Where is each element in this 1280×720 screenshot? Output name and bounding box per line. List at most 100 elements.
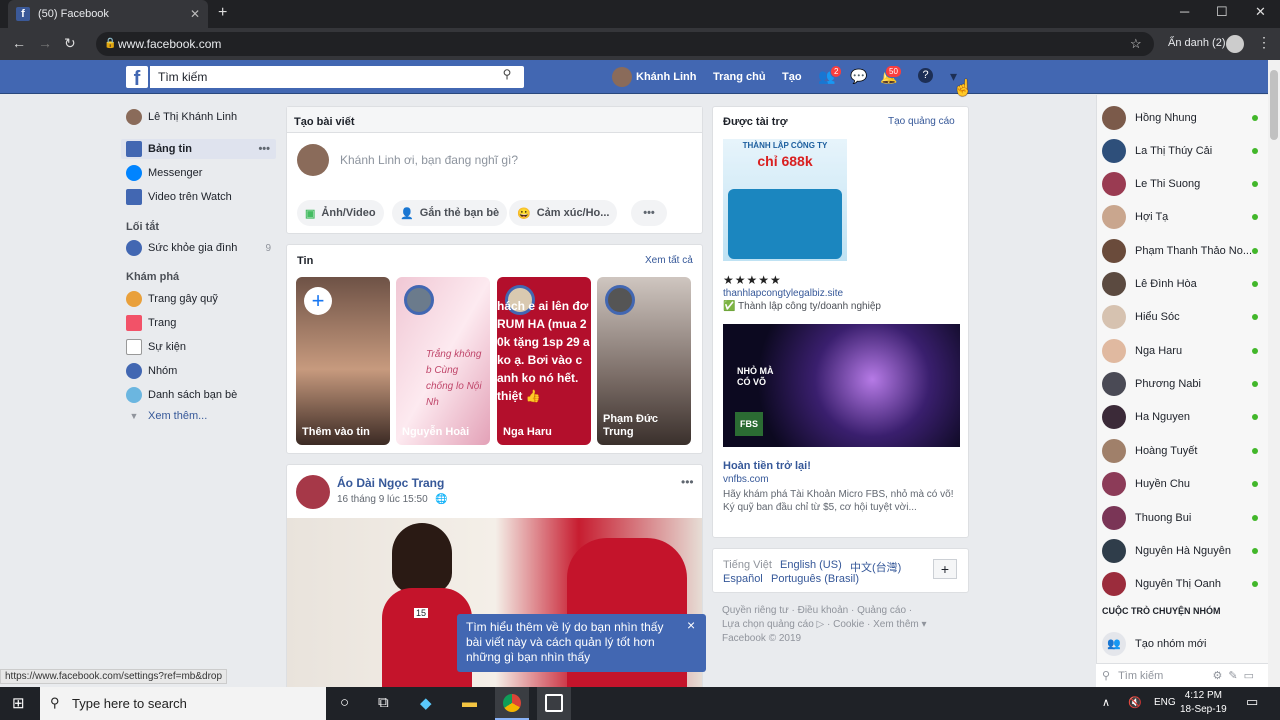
story-add[interactable]: + Thêm vào tin [296, 277, 390, 445]
chat-contact[interactable]: Thuong Bui [1102, 506, 1258, 530]
avatar[interactable] [296, 475, 330, 509]
see-all-link[interactable]: Xem tất cả [645, 255, 693, 266]
chat-contact[interactable]: Hồng Nhung [1102, 106, 1258, 130]
left-nav-newsfeed[interactable]: Bảng tin ••• [121, 139, 276, 159]
url-bar[interactable]: 🔒 www.facebook.com [96, 32, 1154, 56]
windows-start-icon[interactable]: ⊞ [12, 694, 25, 712]
help-icon[interactable]: ? [918, 68, 933, 83]
explore-friend-lists[interactable]: Danh sách bạn bè [126, 387, 237, 403]
avatar [1102, 172, 1126, 196]
scrollbar-thumb[interactable] [1270, 70, 1278, 140]
reload-icon[interactable]: ↻ [64, 35, 76, 52]
close-window-icon[interactable]: ✕ [1255, 4, 1266, 20]
ad2-title[interactable]: Hoàn tiền trở lại! [723, 460, 811, 472]
create-link[interactable]: Tạo [782, 71, 802, 83]
ad2-site[interactable]: vnfbs.com [723, 474, 769, 485]
explore-groups[interactable]: Nhóm [126, 363, 177, 379]
maximize-icon[interactable]: ☐ [1216, 4, 1228, 20]
chat-contact[interactable]: Huyền Chu [1102, 472, 1258, 496]
search-input[interactable] [150, 66, 524, 88]
chat-search[interactable]: ⚲ Tìm kiếm ⚙✎▭ [1096, 663, 1268, 687]
language-link[interactable]: English (US) [780, 559, 842, 571]
close-tooltip-icon[interactable]: × [687, 618, 695, 633]
post-image[interactable]: 15 [287, 518, 702, 703]
chat-contact[interactable]: Lê Đình Hòa [1102, 272, 1258, 296]
new-tab-icon[interactable]: + [218, 4, 227, 22]
task-view-icon[interactable]: ⧉ [378, 694, 389, 711]
chat-contact[interactable]: La Thị Thúy Cải [1102, 139, 1258, 163]
footer-line[interactable]: Quyền riêng tư · Điều khoản · Quảng cáo … [722, 604, 927, 618]
language-link[interactable]: Español [723, 573, 763, 585]
chat-contact[interactable]: Hợi Tạ [1102, 205, 1258, 229]
chat-contact[interactable]: Phạm Thanh Thảo No... [1102, 239, 1258, 263]
explore-fundraisers[interactable]: Trang gây quỹ [126, 291, 218, 307]
composer-input[interactable]: Khánh Linh ơi, bạn đang nghĩ gì? [340, 153, 518, 167]
app-taskbar-button[interactable] [537, 687, 571, 720]
chrome-taskbar-button[interactable] [495, 687, 529, 720]
photo-video-button[interactable]: ▣ Ảnh/Video [297, 200, 384, 226]
volume-icon[interactable]: 🔇 [1128, 696, 1142, 709]
page-scrollbar[interactable] [1268, 60, 1280, 687]
bookmark-star-icon[interactable]: ☆ [1130, 36, 1142, 52]
forward-icon[interactable]: → [38, 35, 52, 51]
left-nav-watch[interactable]: Video trên Watch [126, 189, 232, 205]
footer-line[interactable]: Lựa chọn quảng cáo ▷ · Cookie · Xem thêm… [722, 618, 927, 632]
left-nav-profile[interactable]: Lê Thị Khánh Linh [126, 109, 237, 125]
explore-pages[interactable]: Trang [126, 315, 176, 331]
language-indicator[interactable]: ENG [1154, 697, 1176, 708]
language-link[interactable]: Português (Brasil) [771, 573, 859, 585]
chat-contact[interactable]: Hoàng Tuyết [1102, 439, 1258, 463]
story-item[interactable]: Phạm Đức Trung [597, 277, 691, 445]
profile-link[interactable]: Khánh Linh [636, 71, 697, 83]
chrome-menu-icon[interactable]: ⋮ [1257, 34, 1271, 51]
story-item[interactable]: Trắng không b Cùng chống lo Nội Nh Nguyễ… [396, 277, 490, 445]
chat-settings-icon[interactable]: ⚙✎▭ [1213, 669, 1260, 682]
browser-tab[interactable]: f (50) Facebook ✕ [8, 0, 208, 28]
post-author[interactable]: Áo Dài Ngọc Trang [337, 476, 444, 490]
ad1-image[interactable]: THÀNH LẬP CÔNG TY chỉ 688k [723, 139, 847, 261]
chat-contact[interactable]: Hiểu Sóc [1102, 305, 1258, 329]
notification-center-icon[interactable]: ▭ [1246, 694, 1258, 710]
minimize-icon[interactable]: ─ [1180, 4, 1189, 19]
ad2-image[interactable]: NHỎ MÀ CÓ VÕ FBS [723, 324, 960, 447]
tag-friends-button[interactable]: 👤 Gắn thẻ bạn bè [392, 200, 508, 226]
shortcut-item[interactable]: Sức khỏe gia đình 9 [126, 240, 271, 256]
left-nav-messenger[interactable]: Messenger [126, 165, 202, 181]
search-icon[interactable]: ⚲ [496, 67, 518, 87]
post-time[interactable]: 16 tháng 9 lúc 15:50 [337, 494, 428, 505]
messenger-icon[interactable]: 💬 [850, 68, 867, 85]
feeling-button[interactable]: 😀 Cảm xúc/Ho... [509, 200, 618, 226]
app-icon[interactable]: ◆ [420, 694, 432, 712]
story-item[interactable]: hách e ai lên đơ RUM HA (mua 2 0k tặng 1… [497, 277, 591, 445]
back-icon[interactable]: ← [12, 35, 26, 51]
more-icon[interactable]: ••• [258, 143, 270, 155]
ad1-site[interactable]: thanhlapcongtylegalbiz.site [723, 288, 843, 299]
avatar[interactable] [612, 67, 632, 87]
incognito-icon[interactable] [1226, 35, 1244, 53]
online-status-icon [1252, 148, 1258, 154]
incognito-label[interactable]: Ẩn danh (2) [1168, 37, 1225, 49]
facebook-logo-icon[interactable]: f [126, 66, 148, 90]
see-more-link[interactable]: ▼ Xem thêm... [126, 410, 208, 422]
chat-contact[interactable]: Phương Nabi [1102, 372, 1258, 396]
close-tab-icon[interactable]: ✕ [190, 7, 200, 21]
add-language-button[interactable]: + [933, 559, 957, 579]
file-explorer-icon[interactable]: ▬ [462, 694, 477, 711]
home-link[interactable]: Trang chủ [713, 71, 766, 83]
post-more-icon[interactable]: ••• [681, 475, 694, 489]
taskbar-search[interactable]: ⚲ Type here to search [40, 687, 326, 720]
cortana-icon[interactable]: ○ [340, 694, 349, 711]
clock[interactable]: 4:12 PM 18-Sep-19 [1180, 689, 1227, 717]
chat-contact[interactable]: Nguyễn Hà Nguyễn [1102, 539, 1258, 563]
composer-more-button[interactable]: ••• [631, 200, 667, 226]
contact-name: Phạm Thanh Thảo No... [1135, 245, 1252, 257]
chevron-up-icon[interactable]: ∧ [1102, 696, 1110, 709]
chat-contact[interactable]: Ha Nguyen [1102, 405, 1258, 429]
chat-contact[interactable]: Le Thi Suong [1102, 172, 1258, 196]
explore-events[interactable]: Sự kiện [126, 339, 186, 355]
create-group-button[interactable]: 👥 Tạo nhóm mới [1102, 632, 1258, 656]
chat-contact[interactable]: Nga Haru [1102, 339, 1258, 363]
watch-icon [126, 189, 142, 205]
chat-contact[interactable]: Nguyễn Thị Oanh [1102, 572, 1258, 596]
create-ad-link[interactable]: Tạo quảng cáo [888, 116, 955, 127]
